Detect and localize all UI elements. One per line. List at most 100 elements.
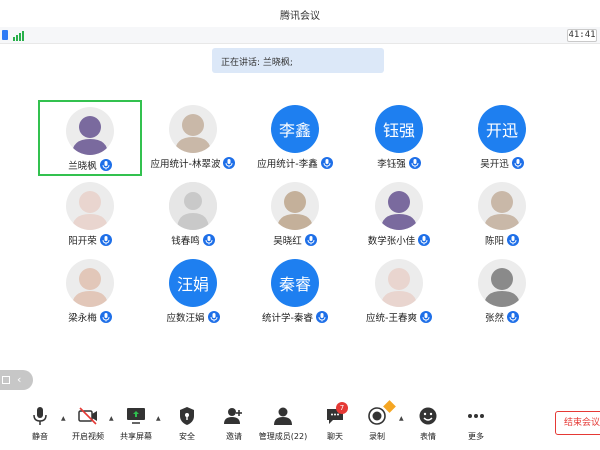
record-label: 录制 [369,432,385,441]
record-button[interactable]: 录制 [352,400,402,442]
photo-avatar [375,259,423,307]
microphone-icon [99,234,112,246]
more-label: 更多 [468,432,484,441]
share-screen-label: 共享屏幕 [120,432,152,441]
participant-tile[interactable]: 汪娟 应数汪娟 [141,254,245,324]
smiley-icon [417,406,439,426]
more-dots-icon [465,406,487,426]
video-button[interactable]: 开启视频 [63,406,113,442]
video-label: 开启视频 [72,432,104,441]
participant-name: 张然 [484,313,504,324]
participant-name: 数学张小佳 [367,236,416,247]
participant-name: 梁永梅 [68,313,97,324]
microphone-icon [408,157,421,169]
invite-button[interactable]: 邀请 [209,406,259,442]
participant-tile[interactable]: 梁永梅 [38,254,142,324]
grid-view-icon [2,376,10,384]
microphone-icon [419,311,432,323]
participant-name: 吴晓红 [273,236,302,247]
microphone-icon [418,234,431,246]
more-button[interactable]: 更多 [451,406,501,442]
members-label: 管理成员(22) [258,432,308,441]
share-screen-icon [125,406,147,426]
participant-tile[interactable]: 钰强 李钰强 [347,100,451,170]
participant-name: 陈阳 [484,236,504,247]
participant-name: 兰晓枫 [68,161,97,172]
video-off-icon [77,406,99,426]
photo-avatar [66,107,114,155]
end-meeting-button[interactable]: 结束会议 [555,411,600,435]
participant-name: 吴开迅 [480,159,509,170]
microphone-icon [304,234,317,246]
text-avatar: 开迅 [478,105,526,153]
participant-grid: 兰晓枫 应用统计-林翠波 李鑫 应用统计-李鑫 钰强 李钰强 开迅 吴开迅 阳开荣 钱春鸣 吴晓红数… [0,0,600,400]
participant-name-row: 陈阳 [450,233,554,247]
chevron-left-icon: ‹ [17,373,22,386]
participant-name: 李钰强 [377,159,406,170]
participant-tile[interactable]: 李鑫应用统计-李鑫 [243,100,347,170]
participant-name-row: 应用统计-李鑫 [243,156,347,170]
participant-tile[interactable]: 钱春鸣 [141,177,245,247]
participant-name: 应数汪娟 [166,313,205,324]
participant-name-row: 吴开迅 [450,156,554,170]
microphone-icon [320,157,333,169]
gallery-toggle[interactable]: ‹ [0,370,33,390]
participant-tile[interactable]: 张然 [450,254,554,324]
participant-tile[interactable]: 应统-王春爽 [347,254,451,324]
participant-name-row: 钱春鸣 [141,233,245,247]
invite-label: 邀请 [226,432,242,441]
microphone-icon [202,234,215,246]
participant-name-row: 梁永梅 [38,310,142,324]
photo-avatar [478,182,526,230]
microphone-icon [207,311,220,323]
chat-unread-badge: 7 [336,402,348,414]
microphone-icon [507,234,519,246]
participant-name-row: 应数汪娟 [141,310,245,324]
participant-name-row: 李钰强 [347,156,451,170]
participant-name: 应统-王春爽 [366,313,417,324]
participant-name: 阳开荣 [68,236,97,247]
participant-name-row: 应用统计-林翠波 [141,156,245,170]
participant-name: 钱春鸣 [171,236,200,247]
share-options-caret[interactable]: ▲ [156,415,161,422]
microphone-icon [99,311,112,323]
mute-button[interactable]: 静音 [15,406,65,442]
photo-avatar [66,182,114,230]
microphone-icon [511,157,524,169]
participant-tile[interactable]: 应用统计-林翠波 [141,100,245,170]
members-icon [272,406,294,426]
participant-name-row: 兰晓枫 [40,158,140,172]
shield-icon [176,406,198,426]
reactions-button[interactable]: 表情 [403,406,453,442]
chat-icon: 7 [324,402,348,426]
participant-name-row: 张然 [450,310,554,324]
mute-label: 静音 [32,432,48,441]
microphone-icon [315,311,328,323]
participant-name: 应用统计-林翠波 [150,159,221,170]
text-avatar: 钰强 [375,105,423,153]
photo-avatar [169,105,217,153]
text-avatar: 秦睿 [271,259,319,307]
participant-tile[interactable]: 兰晓枫 [38,100,142,176]
default-avatar-icon [169,182,217,230]
text-avatar: 汪娟 [169,259,217,307]
security-label: 安全 [179,432,195,441]
microphone-icon [99,159,112,171]
participant-name-row: 阳开荣 [38,233,142,247]
participant-tile[interactable]: 秦睿统计学-秦睿 [243,254,347,324]
participant-tile[interactable]: 阳开荣 [38,177,142,247]
security-button[interactable]: 安全 [162,406,212,442]
participant-tile[interactable]: 陈阳 [450,177,554,247]
photo-avatar [478,259,526,307]
share-screen-button[interactable]: 共享屏幕 [111,406,161,442]
text-avatar: 李鑫 [271,105,319,153]
participant-tile[interactable]: 开迅 吴开迅 [450,100,554,170]
add-user-icon [223,406,245,426]
participant-tile[interactable]: 数学张小佳 [347,177,451,247]
microphone-icon [223,157,236,169]
manage-members-button[interactable]: 管理成员(22) [258,406,308,442]
photo-avatar [271,182,319,230]
participant-name-row: 统计学-秦睿 [243,310,347,324]
participant-tile[interactable]: 吴晓红 [243,177,347,247]
participant-name-row: 应统-王春爽 [347,310,451,324]
